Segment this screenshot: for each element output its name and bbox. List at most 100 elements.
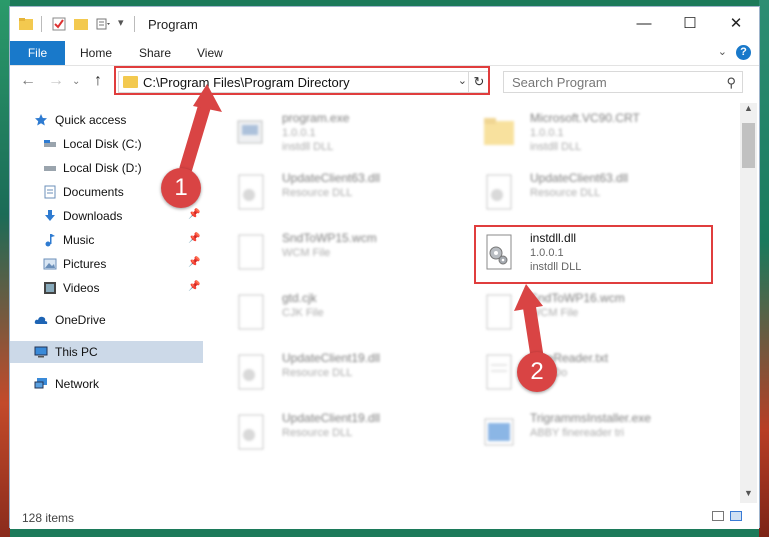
search-icon[interactable]: ⚲ <box>726 75 736 91</box>
minimize-button[interactable]: — <box>621 7 667 41</box>
file-name: UpdateClient63.dll <box>530 171 629 185</box>
file-item[interactable]: gtd.cjk CJK File <box>226 285 466 340</box>
file-name: UpdateClient19.dll <box>282 351 381 365</box>
sidebar-item-music[interactable]: Music 📌 <box>10 229 203 251</box>
tab-home[interactable]: Home <box>80 41 112 65</box>
address-bar-highlight <box>114 66 490 95</box>
file-name: SndToWP15.wcm <box>282 231 377 245</box>
sidebar-item-videos[interactable]: Videos 📌 <box>10 277 203 299</box>
tab-share[interactable]: Share <box>139 41 171 65</box>
folder-icon <box>19 18 33 30</box>
navigation-pane: Quick access Local Disk (C:) Local Disk … <box>10 103 203 503</box>
title-bar: ▾ Program — ☐ ✕ <box>10 7 759 41</box>
file-item[interactable]: FineReader.txt Text Do <box>474 345 714 400</box>
sidebar-item-label: Quick access <box>55 113 127 127</box>
back-icon[interactable]: ← <box>20 72 36 90</box>
blank-file-icon <box>238 234 264 270</box>
pin-icon[interactable]: 📌 <box>188 233 200 244</box>
maximize-button[interactable]: ☐ <box>667 7 713 41</box>
blank-file-icon <box>238 294 264 330</box>
sidebar-item-label: Local Disk (D:) <box>63 161 142 175</box>
large-icons-view-icon[interactable] <box>730 511 742 521</box>
file-item[interactable]: UpdateClient63.dll Resource DLL <box>474 165 714 220</box>
file-detail: WCM File <box>282 247 331 259</box>
recent-locations-icon[interactable]: ⌄ <box>72 76 80 87</box>
file-detail: 1.0.0.1 <box>530 127 564 139</box>
text-file-icon <box>486 354 512 390</box>
drive-icon <box>44 166 56 171</box>
dll-file-icon <box>238 354 264 390</box>
file-detail: Resource DLL <box>282 187 353 199</box>
sidebar-item-onedrive[interactable]: OneDrive <box>10 309 203 331</box>
pin-icon[interactable]: 📌 <box>188 257 200 268</box>
customize-toolbar-icon[interactable] <box>96 17 112 31</box>
window-title: Program <box>148 17 198 32</box>
dll-file-icon <box>238 174 264 210</box>
close-button[interactable]: ✕ <box>713 7 759 41</box>
folder-icon <box>484 118 514 145</box>
details-view-icon[interactable] <box>712 511 724 521</box>
item-count: 128 items <box>22 511 75 525</box>
properties-icon[interactable] <box>52 17 66 31</box>
toolbar-dropdown-icon[interactable]: ▾ <box>118 16 124 29</box>
file-name: program.exe <box>282 111 350 125</box>
file-item[interactable]: SndToWP15.wcm WCM File <box>226 225 466 280</box>
file-detail: 1.0.0.1 <box>282 127 316 139</box>
file-item[interactable]: SndToWP16.wcm WCM File <box>474 285 714 340</box>
scroll-thumb[interactable] <box>742 123 755 168</box>
expand-ribbon-icon[interactable]: ⌄ <box>718 45 727 58</box>
file-name: gtd.cjk <box>282 291 317 305</box>
sidebar-item-network[interactable]: Network <box>10 373 203 395</box>
file-item[interactable]: UpdateClient63.dll Resource DLL <box>226 165 466 220</box>
download-icon <box>45 210 55 221</box>
file-detail: WCM File <box>530 307 579 319</box>
scroll-down-icon[interactable]: ▼ <box>740 488 757 503</box>
file-highlight <box>474 225 713 284</box>
file-item[interactable]: UpdateClient19.dll Resource DLL <box>226 345 466 400</box>
sidebar-item-this-pc[interactable]: This PC <box>10 341 203 363</box>
help-icon[interactable]: ? <box>736 45 751 60</box>
title-separator <box>134 16 135 32</box>
file-detail: ABBY finereader tri <box>530 427 624 439</box>
tab-file[interactable]: File <box>10 41 65 65</box>
file-detail: Resource DLL <box>282 427 353 439</box>
sidebar-item-local-disk-c[interactable]: Local Disk (C:) <box>10 133 203 155</box>
file-name: UpdateClient19.dll <box>282 411 381 425</box>
search-input[interactable]: Search Program <box>512 75 607 90</box>
up-icon[interactable]: ↑ <box>94 72 102 90</box>
sidebar-item-pictures[interactable]: Pictures 📌 <box>10 253 203 275</box>
drive-icon <box>44 140 56 147</box>
pc-icon <box>34 346 48 358</box>
sidebar-item-label: Local Disk (C:) <box>63 137 142 151</box>
pin-icon[interactable]: 📌 <box>188 209 200 220</box>
file-item[interactable]: UpdateClient19.dll Resource DLL <box>226 405 466 460</box>
file-name: SndToWP16.wcm <box>530 291 625 305</box>
file-detail: instdll DLL <box>530 141 582 153</box>
file-detail: CJK File <box>282 307 324 319</box>
forward-icon[interactable]: → <box>48 72 64 90</box>
pictures-icon <box>43 258 57 270</box>
search-box[interactable]: Search Program ⚲ <box>503 71 743 93</box>
step-marker-2: 2 <box>517 352 557 392</box>
sidebar-item-label: Videos <box>63 281 100 295</box>
new-folder-icon[interactable] <box>74 17 88 31</box>
file-item[interactable]: Microsoft.VC90.CRT 1.0.0.1 instdll DLL <box>474 105 714 160</box>
sidebar-item-label: Network <box>55 377 100 391</box>
sidebar-item-downloads[interactable]: Downloads 📌 <box>10 205 203 227</box>
file-detail: Resource DLL <box>530 187 601 199</box>
vertical-scrollbar[interactable]: ▲ ▼ <box>740 103 757 503</box>
cloud-icon <box>34 316 48 324</box>
installer-file-icon <box>484 418 514 446</box>
file-item[interactable]: TrigrammsInstaller.exe ABBY finereader t… <box>474 405 714 460</box>
file-item[interactable]: program.exe 1.0.0.1 instdll DLL <box>226 105 466 160</box>
sidebar-item-label: Documents <box>63 185 124 199</box>
pin-icon[interactable]: 📌 <box>188 281 200 292</box>
exe-file-icon <box>237 120 263 144</box>
file-detail: instdll DLL <box>282 141 334 153</box>
sidebar-item-quick-access[interactable]: Quick access <box>10 109 203 131</box>
file-name: TrigrammsInstaller.exe <box>530 411 651 425</box>
tab-view[interactable]: View <box>197 41 223 65</box>
title-separator <box>41 16 42 32</box>
dll-file-icon <box>238 414 264 450</box>
scroll-up-icon[interactable]: ▲ <box>740 103 757 118</box>
